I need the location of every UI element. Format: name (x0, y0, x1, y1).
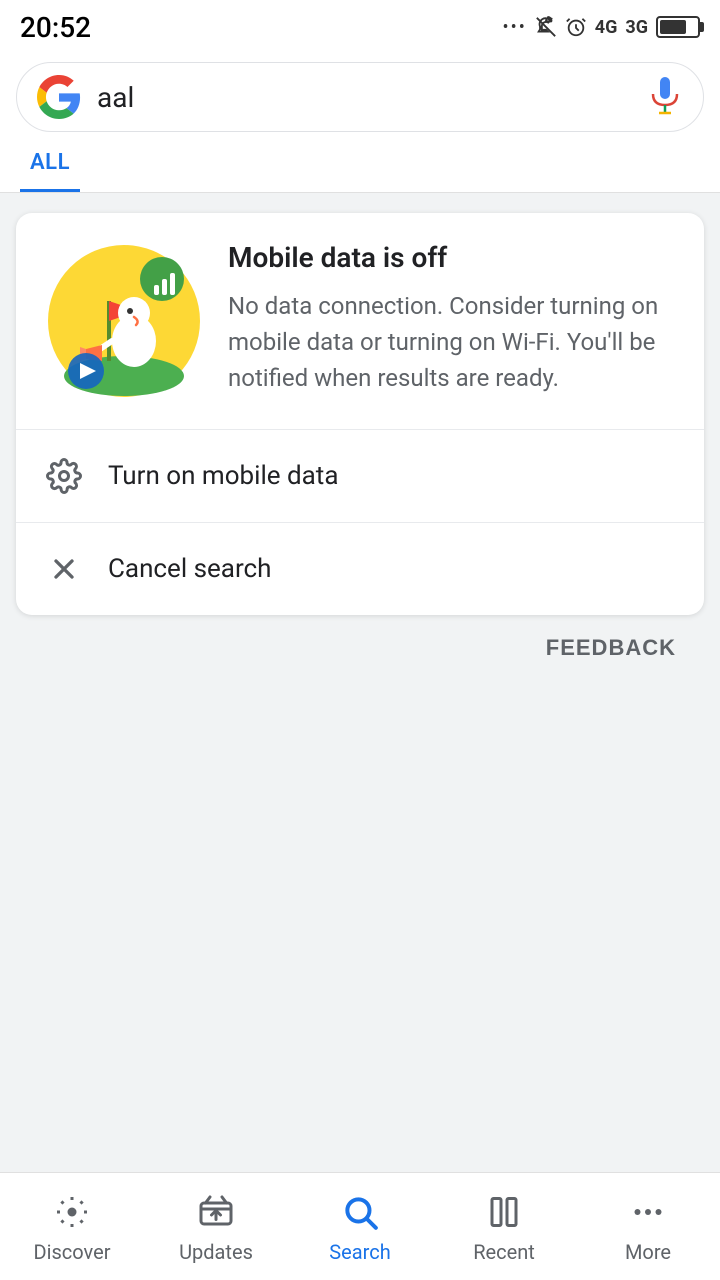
tab-all[interactable]: ALL (20, 132, 80, 192)
search-input[interactable]: aal (97, 81, 631, 114)
nav-label-recent: Recent (473, 1240, 535, 1264)
recent-icon (482, 1190, 526, 1234)
nav-item-search[interactable]: Search (288, 1190, 432, 1264)
status-bar: 20:52 ••• 4G 3G (0, 0, 720, 50)
mute-icon (535, 16, 557, 38)
nav-label-discover: Discover (34, 1240, 111, 1264)
result-card: Mobile data is off No data connection. C… (16, 213, 704, 615)
tabs-container: ALL (0, 132, 720, 193)
turn-on-mobile-data-label: Turn on mobile data (108, 461, 338, 491)
nav-label-search: Search (329, 1240, 390, 1264)
dots-icon: ••• (503, 17, 527, 38)
nav-item-recent[interactable]: Recent (432, 1190, 576, 1264)
signal-3g-icon: 3G (625, 17, 648, 38)
signal-4g-icon: 4G (595, 17, 618, 38)
feedback-container: FEEDBACK (16, 615, 704, 681)
bottom-nav: Discover Updates Search (0, 1172, 720, 1280)
search-bar-container: aal (0, 50, 720, 132)
nav-label-updates: Updates (179, 1240, 253, 1264)
card-info: Mobile data is off No data connection. C… (228, 241, 676, 396)
no-data-illustration (44, 241, 204, 401)
discover-icon (50, 1190, 94, 1234)
nav-label-more: More (625, 1240, 671, 1264)
nav-item-discover[interactable]: Discover (0, 1190, 144, 1264)
gear-icon (44, 456, 84, 496)
alarm-icon (565, 16, 587, 38)
card-top: Mobile data is off No data connection. C… (16, 213, 704, 430)
battery-icon (656, 16, 700, 38)
cancel-search-label: Cancel search (108, 554, 271, 584)
turn-on-mobile-data-action[interactable]: Turn on mobile data (16, 430, 704, 523)
updates-icon (194, 1190, 238, 1234)
cancel-search-action[interactable]: Cancel search (16, 523, 704, 615)
search-bar[interactable]: aal (16, 62, 704, 132)
feedback-button[interactable]: FEEDBACK (546, 635, 676, 661)
card-description: No data connection. Consider turning on … (228, 288, 676, 396)
search-nav-icon (338, 1190, 382, 1234)
more-icon (626, 1190, 670, 1234)
nav-item-updates[interactable]: Updates (144, 1190, 288, 1264)
google-logo (37, 75, 81, 119)
status-icons: ••• 4G 3G (503, 16, 700, 38)
status-time: 20:52 (20, 11, 91, 44)
card-title: Mobile data is off (228, 241, 676, 274)
main-content: Mobile data is off No data connection. C… (0, 193, 720, 701)
nav-item-more[interactable]: More (576, 1190, 720, 1264)
close-icon (44, 549, 84, 589)
mic-icon[interactable] (647, 75, 683, 119)
